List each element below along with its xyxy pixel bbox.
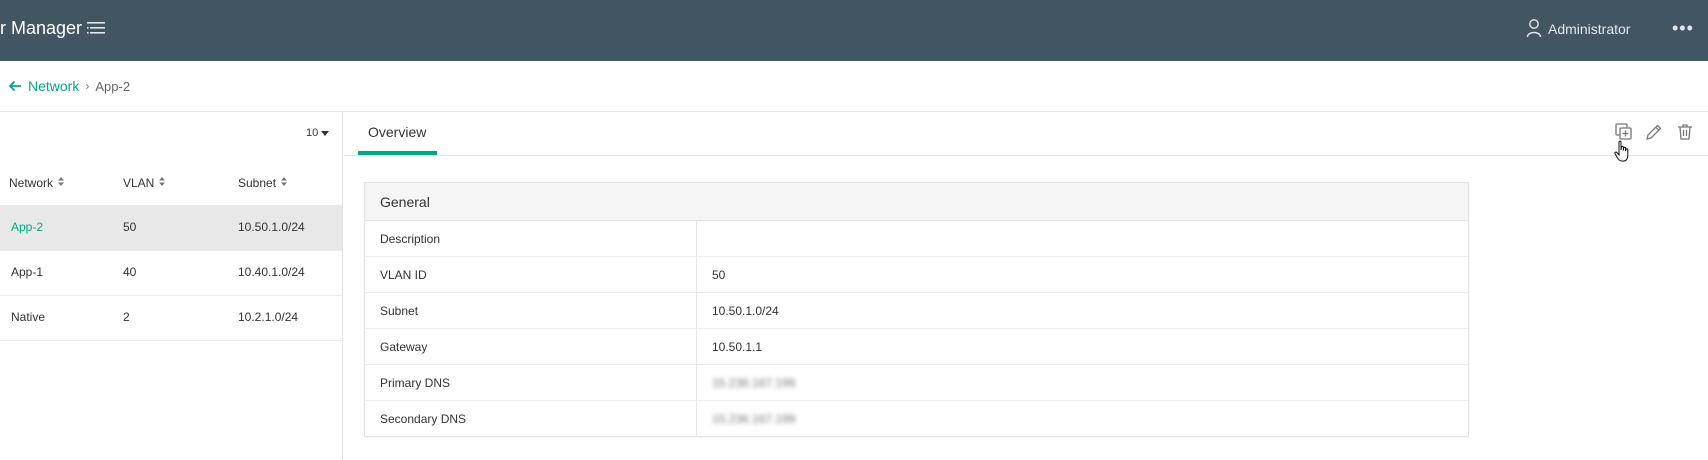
general-card: General Description VLAN ID 50 Subnet 10… [364,182,1469,437]
detail-label: Subnet [380,304,419,318]
list-header: Network VLAN Subnet [0,162,342,206]
breadcrumb-current: App-2 [95,78,131,94]
caret-down-icon [321,127,330,139]
sort-icon [158,176,166,190]
menu-icon[interactable] [86,19,108,37]
list-row[interactable]: Native 2 10.2.1.0/24 [0,296,342,341]
pencil-icon[interactable] [1644,122,1666,144]
breadcrumb-network-link[interactable]: Network [28,78,79,94]
column-label: Network [9,176,54,190]
column-divider [696,365,697,401]
list-row[interactable]: App-1 40 10.40.1.0/24 [0,251,342,296]
hand-cursor-icon [1614,140,1630,167]
column-divider [696,221,697,257]
network-name: Native [11,310,46,324]
column-divider [696,401,697,437]
app-title: r Manager [0,18,83,38]
breadcrumb-separator: › [85,79,90,93]
detail-tabs: Overview [344,112,1708,156]
column-header-vlan[interactable]: VLAN [123,176,166,190]
detail-label: VLAN ID [380,268,427,282]
detail-value: 15.236.167.199 [712,412,796,426]
vlan-value: 2 [123,310,130,324]
page-size-select[interactable]: 10 [306,127,330,139]
column-header-subnet[interactable]: Subnet [238,176,288,190]
vlan-value: 40 [123,265,137,279]
page-size-value: 10 [306,127,319,139]
column-label: VLAN [123,176,155,190]
user-menu[interactable]: Administrator [1526,17,1630,41]
vlan-value: 50 [123,220,137,234]
card-header: General [365,183,1468,221]
column-header-network[interactable]: Network [9,176,65,190]
subnet-value: 10.40.1.0/24 [238,265,305,279]
breadcrumb: Network › App-2 [8,77,130,95]
detail-label: Secondary DNS [380,412,467,426]
sort-icon [57,176,65,190]
user-icon [1526,18,1542,41]
detail-row-subnet: Subnet 10.50.1.0/24 [365,293,1468,329]
tab-overview[interactable]: Overview [358,112,436,156]
subnet-value: 10.50.1.0/24 [238,220,305,234]
top-bar: r Manager Administrator ••• [0,0,1708,61]
list-row[interactable]: App-2 50 10.50.1.0/24 [0,206,342,251]
network-name: App-1 [11,265,44,279]
detail-value: 15.236.167.199 [712,376,796,390]
detail-row-secondary-dns: Secondary DNS 15.236.167.199 [365,401,1468,437]
network-name: App-2 [11,220,44,234]
detail-value: 10.50.1.1 [712,340,763,354]
detail-value: 10.50.1.0/24 [712,304,779,318]
subnet-value: 10.2.1.0/24 [238,310,299,324]
sort-icon [280,176,288,190]
column-label: Subnet [238,176,277,190]
detail-row-description: Description [365,221,1468,257]
detail-row-gateway: Gateway 10.50.1.1 [365,329,1468,365]
detail-row-vlan-id: VLAN ID 50 [365,257,1468,293]
detail-label: Primary DNS [380,376,451,390]
column-divider [696,329,697,365]
section-title: General [380,194,430,210]
user-name: Administrator [1548,21,1631,37]
more-options-icon[interactable]: ••• [1672,18,1698,38]
detail-value: 50 [712,268,726,282]
active-tab-indicator [358,151,437,155]
detail-label: Description [380,232,441,246]
column-divider [696,293,697,329]
network-list-panel: 10 Network VLAN Subnet App-2 50 10.50.1. [0,112,343,460]
detail-label: Gateway [380,340,428,354]
trash-icon[interactable] [1675,122,1697,144]
detail-row-primary-dns: Primary DNS 15.236.167.199 [365,365,1468,401]
arrow-left-icon[interactable] [8,80,22,92]
column-divider [696,257,697,293]
